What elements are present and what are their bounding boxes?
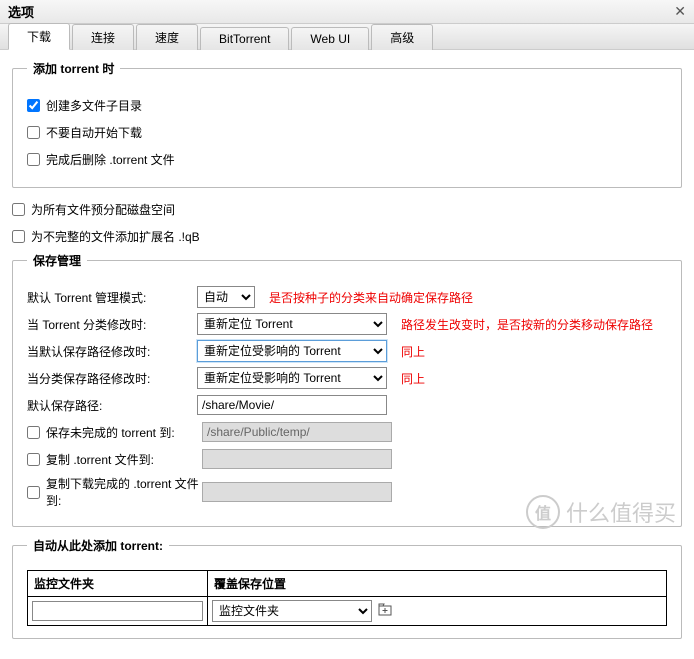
select-default-mode[interactable]: 自动	[197, 286, 255, 308]
select-category-change[interactable]: 重新定位 Torrent	[197, 313, 387, 335]
close-icon[interactable]: ✕	[674, 3, 686, 20]
label-default-mode: 默认 Torrent 管理模式:	[27, 289, 197, 306]
tab-speed[interactable]: 速度	[136, 24, 198, 50]
checkbox-append-ext[interactable]	[12, 230, 25, 243]
label-copy-finished: 复制下载完成的 .torrent 文件到:	[46, 475, 202, 509]
checkbox-copy-torrent[interactable]	[27, 453, 40, 466]
tab-webui[interactable]: Web UI	[291, 27, 369, 50]
input-save-incomplete	[202, 422, 392, 442]
table-row: 监控文件夹	[27, 597, 667, 626]
label-create-subfolder: 创建多文件子目录	[46, 97, 142, 114]
dialog-title-bar: 选项 ✕	[0, 0, 694, 24]
add-folder-icon[interactable]	[378, 603, 392, 620]
label-append-ext: 为不完整的文件添加扩展名 .!qB	[31, 228, 200, 245]
checkbox-delete-torrent[interactable]	[27, 153, 40, 166]
fieldset-add-torrent: 添加 torrent 时 创建多文件子目录 不要自动开始下载 完成后删除 .to…	[12, 60, 682, 188]
dialog-title: 选项	[8, 2, 34, 21]
note-category-path-change: 同上	[401, 370, 425, 387]
checkbox-create-subfolder[interactable]	[27, 99, 40, 112]
label-preallocate: 为所有文件预分配磁盘空间	[31, 201, 175, 218]
select-override-location[interactable]: 监控文件夹	[212, 600, 372, 622]
input-copy-torrent	[202, 449, 392, 469]
select-category-path-change[interactable]: 重新定位受影响的 Torrent	[197, 367, 387, 389]
tab-strip: 下载 连接 速度 BitTorrent Web UI 高级	[0, 24, 694, 50]
input-copy-finished	[202, 482, 392, 502]
label-category-change: 当 Torrent 分类修改时:	[27, 316, 197, 333]
checkbox-no-autostart[interactable]	[27, 126, 40, 139]
label-delete-torrent: 完成后删除 .torrent 文件	[46, 151, 175, 168]
label-no-autostart: 不要自动开始下载	[46, 124, 142, 141]
checkbox-save-incomplete[interactable]	[27, 426, 40, 439]
tab-download[interactable]: 下载	[8, 23, 70, 50]
legend-add-torrent: 添加 torrent 时	[27, 60, 120, 77]
tab-connection[interactable]: 连接	[72, 24, 134, 50]
checkbox-preallocate[interactable]	[12, 203, 25, 216]
legend-save-management: 保存管理	[27, 252, 87, 269]
label-copy-torrent: 复制 .torrent 文件到:	[46, 451, 202, 468]
table-header: 监控文件夹 覆盖保存位置	[27, 570, 667, 597]
label-default-save-path: 默认保存路径:	[27, 397, 197, 414]
checkbox-copy-finished[interactable]	[27, 486, 40, 499]
col-override: 覆盖保存位置	[208, 571, 458, 596]
input-monitor-folder[interactable]	[32, 601, 203, 621]
legend-auto-add: 自动从此处添加 torrent:	[27, 537, 169, 554]
label-save-incomplete: 保存未完成的 torrent 到:	[46, 424, 202, 441]
select-default-path-change[interactable]: 重新定位受影响的 Torrent	[197, 340, 387, 362]
note-default-path-change: 同上	[401, 343, 425, 360]
fieldset-auto-add: 自动从此处添加 torrent: 监控文件夹 覆盖保存位置 监控文件夹	[12, 537, 682, 639]
col-monitor-folder: 监控文件夹	[28, 571, 208, 596]
note-default-mode: 是否按种子的分类来自动确定保存路径	[269, 289, 473, 306]
tab-bittorrent[interactable]: BitTorrent	[200, 27, 289, 50]
label-default-path-change: 当默认保存路径修改时:	[27, 343, 197, 360]
input-default-save-path[interactable]	[197, 395, 387, 415]
fieldset-save-management: 保存管理 默认 Torrent 管理模式: 自动 是否按种子的分类来自动确定保存…	[12, 252, 682, 527]
content-panel: 添加 torrent 时 创建多文件子目录 不要自动开始下载 完成后删除 .to…	[0, 50, 694, 659]
tab-advanced[interactable]: 高级	[371, 24, 433, 50]
label-category-path-change: 当分类保存路径修改时:	[27, 370, 197, 387]
note-category-change: 路径发生改变时，是否按新的分类移动保存路径	[401, 316, 653, 333]
